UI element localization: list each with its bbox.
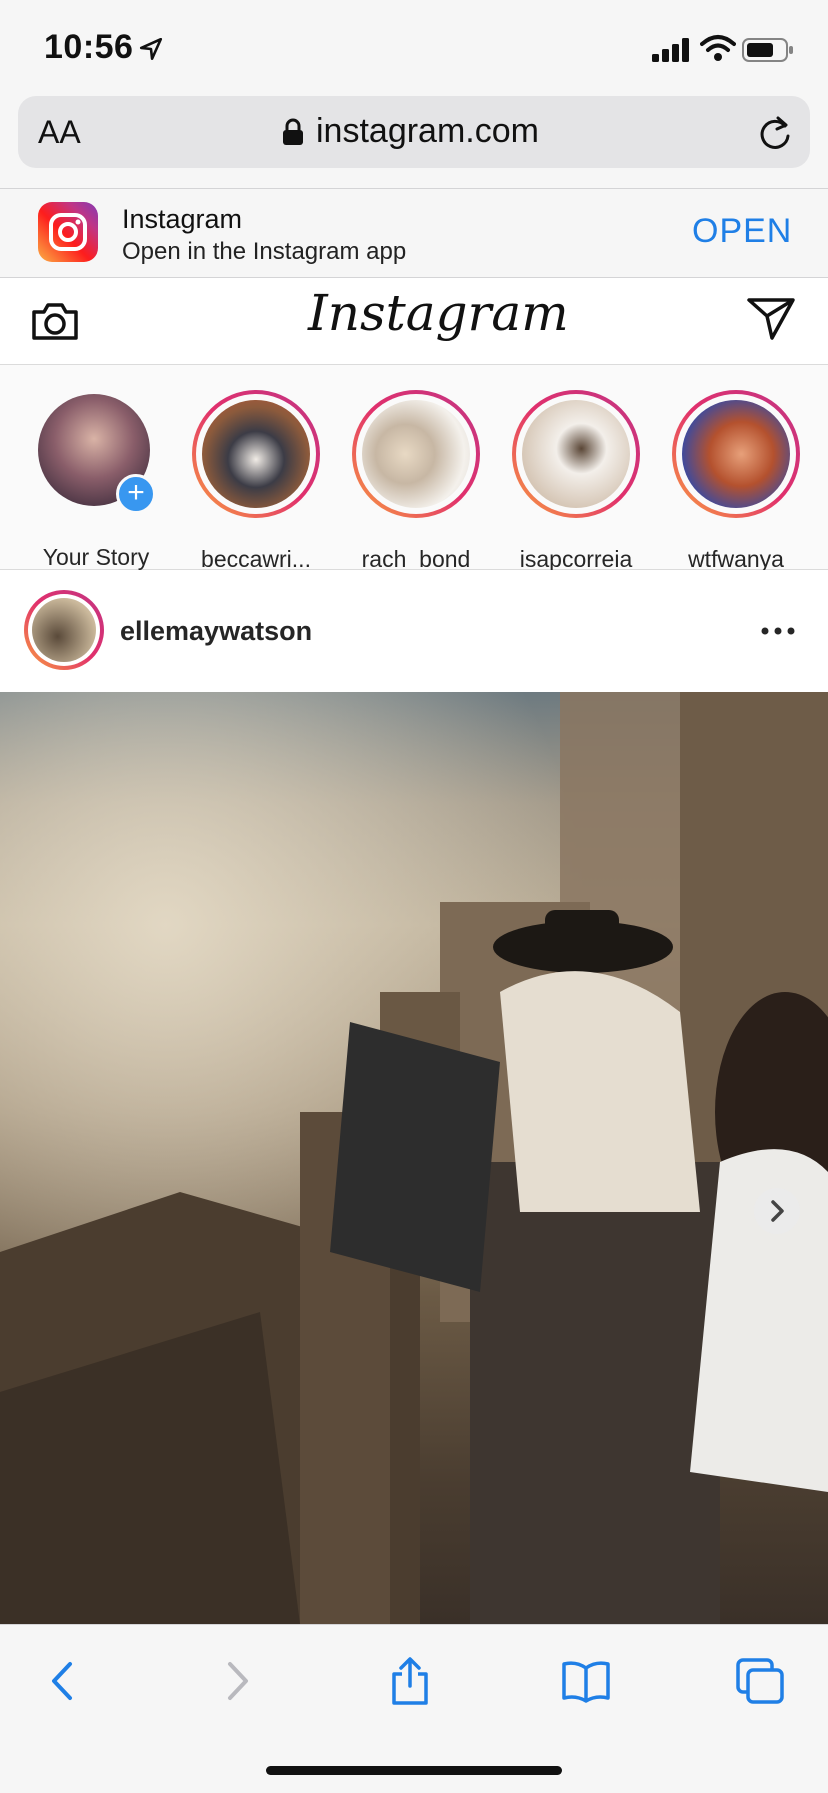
back-icon[interactable] — [38, 1656, 90, 1706]
bookmarks-icon[interactable] — [560, 1656, 612, 1706]
instagram-app-icon — [38, 202, 98, 262]
cellular-signal-icon — [652, 38, 689, 62]
post-photo[interactable] — [0, 692, 828, 1624]
text-size-button[interactable]: AA — [38, 114, 81, 151]
story-label: wtfwanya — [688, 546, 784, 572]
avatar — [202, 400, 310, 508]
direct-message-icon[interactable] — [746, 296, 796, 342]
status-time: 10:56 — [44, 28, 134, 66]
post-username[interactable]: ellemaywatson — [120, 616, 312, 647]
url-text[interactable]: instagram.com — [316, 112, 539, 151]
home-indicator — [266, 1766, 562, 1775]
post-avatar[interactable] — [32, 598, 96, 662]
forward-icon[interactable] — [210, 1656, 262, 1706]
instagram-logo[interactable]: Instagram — [308, 284, 569, 342]
open-app-button[interactable]: OPEN — [692, 212, 792, 251]
more-options-icon[interactable] — [760, 624, 796, 638]
wifi-icon — [700, 35, 736, 61]
story-label: isapcorreia — [519, 546, 633, 572]
location-arrow-icon — [139, 37, 163, 61]
reload-icon[interactable] — [758, 114, 792, 150]
story-rach-bond[interactable]: rach_bond — [352, 390, 492, 580]
next-photo-button[interactable] — [754, 1188, 800, 1234]
story-label: beccawri... — [201, 546, 311, 572]
photo-scene — [0, 692, 828, 1624]
story-beccawri[interactable]: beccawri... — [192, 390, 332, 580]
share-icon[interactable] — [384, 1656, 436, 1706]
story-label: rach_bond — [361, 546, 471, 572]
banner-app-name: Instagram — [122, 204, 243, 234]
avatar — [362, 400, 470, 508]
avatar — [522, 400, 630, 508]
banner-subtitle: Open in the Instagram app — [122, 238, 407, 265]
camera-icon[interactable] — [30, 298, 80, 342]
avatar — [682, 400, 790, 508]
add-story-icon[interactable]: + — [116, 474, 156, 514]
story-label: Your Story — [42, 544, 150, 570]
lock-icon — [283, 118, 303, 145]
story-isapcorreia[interactable]: isapcorreia — [512, 390, 652, 580]
story-wtfwanya[interactable]: wtfwanya — [672, 390, 812, 580]
battery-icon — [742, 38, 793, 62]
instagram-glyph-icon — [49, 213, 87, 251]
tabs-icon[interactable] — [734, 1656, 786, 1706]
